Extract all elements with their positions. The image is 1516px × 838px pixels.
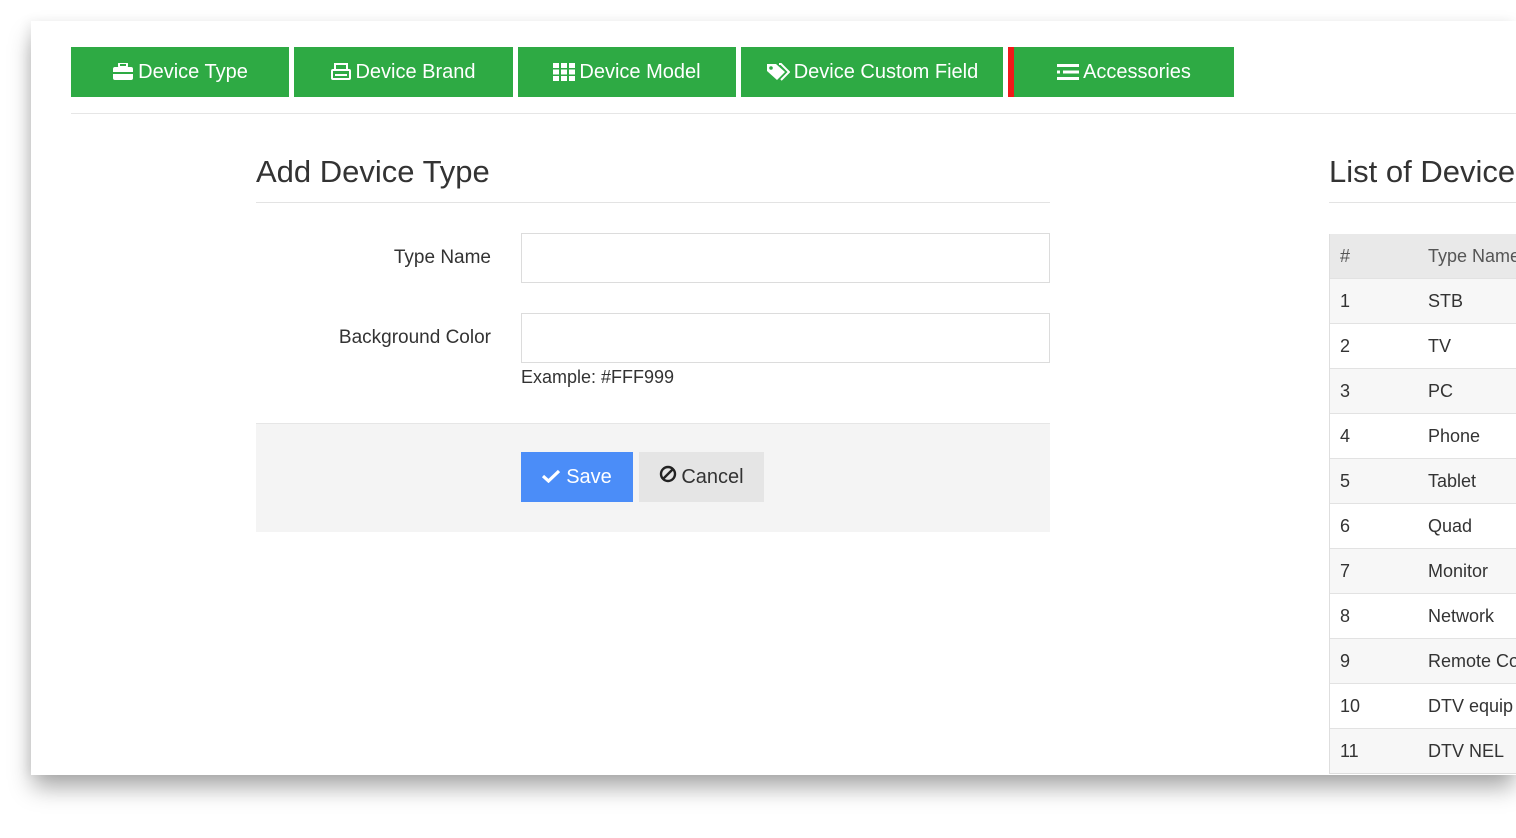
- list-title: List of Device: [1329, 154, 1516, 189]
- row-type-name: Monitor: [1428, 548, 1516, 594]
- table-row[interactable]: 5 Tablet: [1330, 458, 1516, 504]
- form-title: Add Device Type: [256, 154, 490, 189]
- tab-device-brand[interactable]: Device Brand: [294, 47, 513, 97]
- tab-label: Device Brand: [355, 60, 476, 83]
- row-number: 2: [1330, 323, 1428, 369]
- table-row[interactable]: 9 Remote Co: [1330, 638, 1516, 684]
- row-type-name: TV: [1428, 323, 1516, 369]
- table-row[interactable]: 7 Monitor: [1330, 548, 1516, 594]
- table-row[interactable]: 1 STB: [1330, 278, 1516, 324]
- row-type-name: STB: [1428, 278, 1516, 324]
- tab-label: Device Custom Field: [793, 60, 979, 83]
- table-row[interactable]: 3 PC: [1330, 368, 1516, 414]
- divider: [256, 202, 1050, 203]
- save-label: Save: [566, 465, 612, 488]
- print-icon: [331, 63, 352, 81]
- tab-bar: Device Type Device Brand Device Model De…: [71, 47, 1234, 97]
- row-number: 1: [1330, 278, 1428, 324]
- row-type-name: PC: [1428, 368, 1516, 414]
- table-row[interactable]: 11 DTV NEL: [1330, 728, 1516, 774]
- table-row[interactable]: 6 Quad: [1330, 503, 1516, 549]
- row-number: 4: [1330, 413, 1428, 459]
- tags-icon: [766, 63, 790, 81]
- row-number: 8: [1330, 593, 1428, 639]
- row-number: 9: [1330, 638, 1428, 684]
- row-number: 3: [1330, 368, 1428, 414]
- row-type-name: Remote Co: [1428, 638, 1516, 684]
- divider: [71, 113, 1516, 114]
- row-type-name: Phone: [1428, 413, 1516, 459]
- background-color-label: Background Color: [338, 327, 491, 348]
- table-row[interactable]: 8 Network: [1330, 593, 1516, 639]
- briefcase-icon: [112, 63, 134, 81]
- tab-label: Device Model: [579, 60, 701, 83]
- cancel-button[interactable]: Cancel: [639, 452, 764, 502]
- row-type-name: Network: [1428, 593, 1516, 639]
- device-type-table: # Type Name 1 STB 2 TV 3 PC 4 Phone 5 Tablet 6 Quad…: [1329, 234, 1516, 774]
- check-icon: [542, 466, 561, 489]
- table-header: # Type Name: [1330, 234, 1516, 279]
- table-row[interactable]: 2 TV: [1330, 323, 1516, 369]
- form-actions: Save Cancel: [256, 423, 1050, 532]
- tab-device-custom-field[interactable]: Device Custom Field: [741, 47, 1003, 97]
- ban-icon: [659, 465, 677, 489]
- row-type-name: Tablet: [1428, 458, 1516, 504]
- row-number: 5: [1330, 458, 1428, 504]
- table-row[interactable]: 10 DTV equip: [1330, 683, 1516, 729]
- grid-icon: [553, 63, 576, 81]
- tab-label: Device Type: [138, 60, 248, 83]
- row-number: 10: [1330, 683, 1428, 729]
- save-button[interactable]: Save: [521, 452, 633, 502]
- row-number: 7: [1330, 548, 1428, 594]
- table-row[interactable]: 4 Phone: [1330, 413, 1516, 459]
- tab-accessories[interactable]: Accessories: [1008, 47, 1234, 97]
- main-panel: Device Type Device Brand Device Model De…: [31, 21, 1516, 775]
- column-header-type-name: Type Name: [1428, 234, 1516, 279]
- list-icon: [1057, 63, 1080, 81]
- tab-label: Accessories: [1083, 60, 1191, 83]
- tab-device-model[interactable]: Device Model: [518, 47, 736, 97]
- type-name-input[interactable]: [521, 233, 1050, 283]
- background-color-input[interactable]: [521, 313, 1050, 363]
- row-type-name: Quad: [1428, 503, 1516, 549]
- column-header-number: #: [1330, 234, 1428, 279]
- row-number: 11: [1330, 728, 1428, 774]
- background-color-hint: Example: #FFF999: [521, 367, 675, 387]
- cancel-label: Cancel: [681, 465, 744, 488]
- type-name-label: Type Name: [393, 247, 491, 268]
- row-number: 6: [1330, 503, 1428, 549]
- tab-device-type[interactable]: Device Type: [71, 47, 289, 97]
- row-type-name: DTV equip: [1428, 683, 1516, 729]
- divider: [1329, 202, 1516, 203]
- row-type-name: DTV NEL: [1428, 728, 1516, 774]
